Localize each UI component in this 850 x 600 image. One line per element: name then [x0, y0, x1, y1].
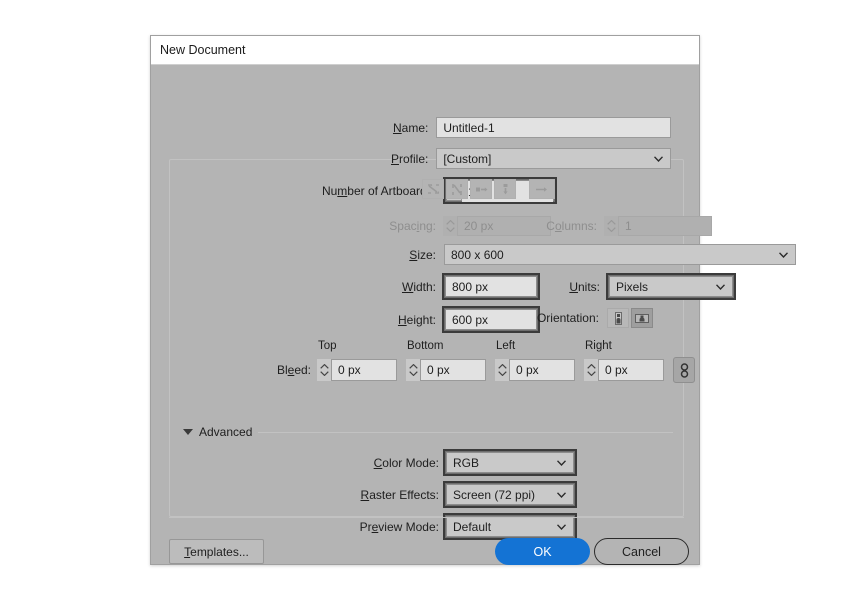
dialog-title: New Document	[160, 43, 245, 57]
bleed-caption-left: Left	[496, 340, 515, 352]
profile-label: Profile:	[331, 152, 428, 166]
cancel-button-label: Cancel	[622, 545, 661, 559]
artboards-label: Number of Artboards:	[173, 184, 436, 198]
columns-input-value: 1	[625, 219, 632, 233]
name-input[interactable]: Untitled-1	[436, 117, 671, 138]
width-input[interactable]: 800 px	[445, 276, 537, 297]
name-row: Name: Untitled-1	[331, 117, 671, 138]
templates-button[interactable]: Templates...	[169, 539, 264, 564]
units-row: Units: Pixels	[555, 273, 736, 300]
height-input-value: 600 px	[452, 313, 488, 327]
width-row: Width: 800 px	[331, 273, 540, 300]
spacing-label: Spacing:	[173, 219, 436, 233]
bleed-caption-right: Right	[585, 340, 612, 352]
color-mode-row: Color Mode: RGB	[331, 449, 577, 476]
dialog-titlebar: New Document	[151, 36, 699, 65]
bleed-bottom-input[interactable]: 0 px	[421, 359, 486, 381]
spacing-input-value: 20 px	[464, 219, 493, 233]
bleed-top-spinner[interactable]	[317, 359, 332, 381]
templates-button-label: Templates...	[184, 545, 249, 559]
bleed-caption-bottom: Bottom	[407, 340, 443, 352]
arrange-in-column-icon-button[interactable]	[494, 179, 516, 199]
width-field-frame[interactable]: 800 px	[442, 273, 540, 300]
size-row: Size: 800 x 600	[331, 244, 796, 265]
bleed-bottom-value: 0 px	[427, 363, 450, 377]
units-select-value: Pixels	[616, 280, 648, 294]
chevron-down-icon	[654, 156, 663, 162]
size-select-value: 800 x 600	[451, 248, 504, 262]
width-input-value: 800 px	[452, 280, 488, 294]
columns-label: Columns:	[501, 219, 597, 233]
profile-row: Profile: [Custom]	[331, 148, 671, 169]
advanced-label: Advanced	[199, 425, 252, 439]
new-document-dialog: New Document Name: Untitled-1 Profile: […	[150, 35, 700, 565]
bleed-bottom-stepper[interactable]: 0 px	[406, 359, 486, 381]
ok-button[interactable]: OK	[495, 538, 590, 565]
footer-divider	[169, 517, 684, 518]
bleed-left-spinner[interactable]	[495, 359, 510, 381]
width-label: Width:	[331, 280, 436, 294]
columns-input: 1	[619, 216, 712, 236]
spacing-row: Spacing: 20 px	[173, 216, 551, 236]
bleed-top-stepper[interactable]: 0 px	[317, 359, 397, 381]
triangle-down-icon	[183, 429, 193, 435]
raster-effects-row: Raster Effects: Screen (72 ppi)	[331, 481, 577, 508]
bleed-right-value: 0 px	[605, 363, 628, 377]
color-mode-value: RGB	[453, 456, 479, 470]
dialog-footer: Templates... OK Cancel	[151, 517, 699, 595]
color-mode-select-frame[interactable]: RGB	[443, 449, 577, 476]
orientation-label: Orientation:	[519, 311, 599, 325]
bleed-bottom-spinner[interactable]	[406, 359, 421, 381]
landscape-icon-button[interactable]	[631, 308, 653, 328]
bleed-fields-row: Bleed: 0 px 0 px	[269, 357, 695, 383]
orientation-row: Orientation:	[519, 308, 653, 328]
size-select[interactable]: 800 x 600	[444, 244, 796, 265]
chevron-down-icon	[779, 252, 788, 258]
dialog-body: Name: Untitled-1 Profile: [Custom] Numbe…	[151, 65, 699, 565]
ok-button-label: OK	[533, 545, 551, 559]
advanced-section-header[interactable]: Advanced	[183, 425, 673, 439]
color-mode-label: Color Mode:	[331, 456, 439, 470]
height-row: Height: 600 px	[331, 306, 540, 333]
color-mode-select[interactable]: RGB	[446, 452, 574, 473]
chevron-down-icon	[557, 460, 566, 466]
chevron-down-icon	[557, 492, 566, 498]
units-select[interactable]: Pixels	[609, 276, 733, 297]
bleed-right-stepper[interactable]: 0 px	[584, 359, 664, 381]
profile-select-value: [Custom]	[443, 152, 491, 166]
height-label: Height:	[331, 313, 436, 327]
chain-link-icon-button[interactable]	[673, 357, 695, 383]
profile-select[interactable]: [Custom]	[436, 148, 671, 169]
name-input-value: Untitled-1	[443, 121, 494, 135]
cancel-button[interactable]: Cancel	[594, 538, 689, 565]
spacing-spinner	[443, 216, 458, 236]
portrait-icon-button[interactable]	[607, 308, 629, 328]
raster-effects-label: Raster Effects:	[331, 488, 439, 502]
columns-row: Columns: 1	[501, 216, 712, 236]
grid-by-row-icon-button[interactable]	[422, 179, 444, 199]
bleed-right-spinner[interactable]	[584, 359, 599, 381]
columns-spinner	[604, 216, 619, 236]
raster-effects-select-frame[interactable]: Screen (72 ppi)	[443, 481, 577, 508]
bleed-left-stepper[interactable]: 0 px	[495, 359, 575, 381]
bleed-top-value: 0 px	[338, 363, 361, 377]
bleed-caption-top: Top	[318, 340, 337, 352]
bleed-left-input[interactable]: 0 px	[510, 359, 575, 381]
advanced-divider	[258, 432, 673, 433]
layout-direction-icon-button[interactable]	[529, 179, 555, 199]
raster-effects-value: Screen (72 ppi)	[453, 488, 535, 502]
bleed-top-input[interactable]: 0 px	[332, 359, 397, 381]
bleed-right-input[interactable]: 0 px	[599, 359, 664, 381]
bleed-left-value: 0 px	[516, 363, 539, 377]
units-label: Units:	[555, 280, 600, 294]
bleed-label: Bleed:	[269, 363, 311, 377]
artboard-arrangement-group	[422, 179, 555, 199]
arrange-in-row-icon-button[interactable]	[470, 179, 492, 199]
chevron-down-icon	[716, 284, 725, 290]
grid-by-column-icon-button[interactable]	[446, 179, 468, 199]
raster-effects-select[interactable]: Screen (72 ppi)	[446, 484, 574, 505]
name-label: Name:	[331, 121, 428, 135]
size-label: Size:	[331, 248, 436, 262]
units-select-frame[interactable]: Pixels	[606, 273, 736, 300]
